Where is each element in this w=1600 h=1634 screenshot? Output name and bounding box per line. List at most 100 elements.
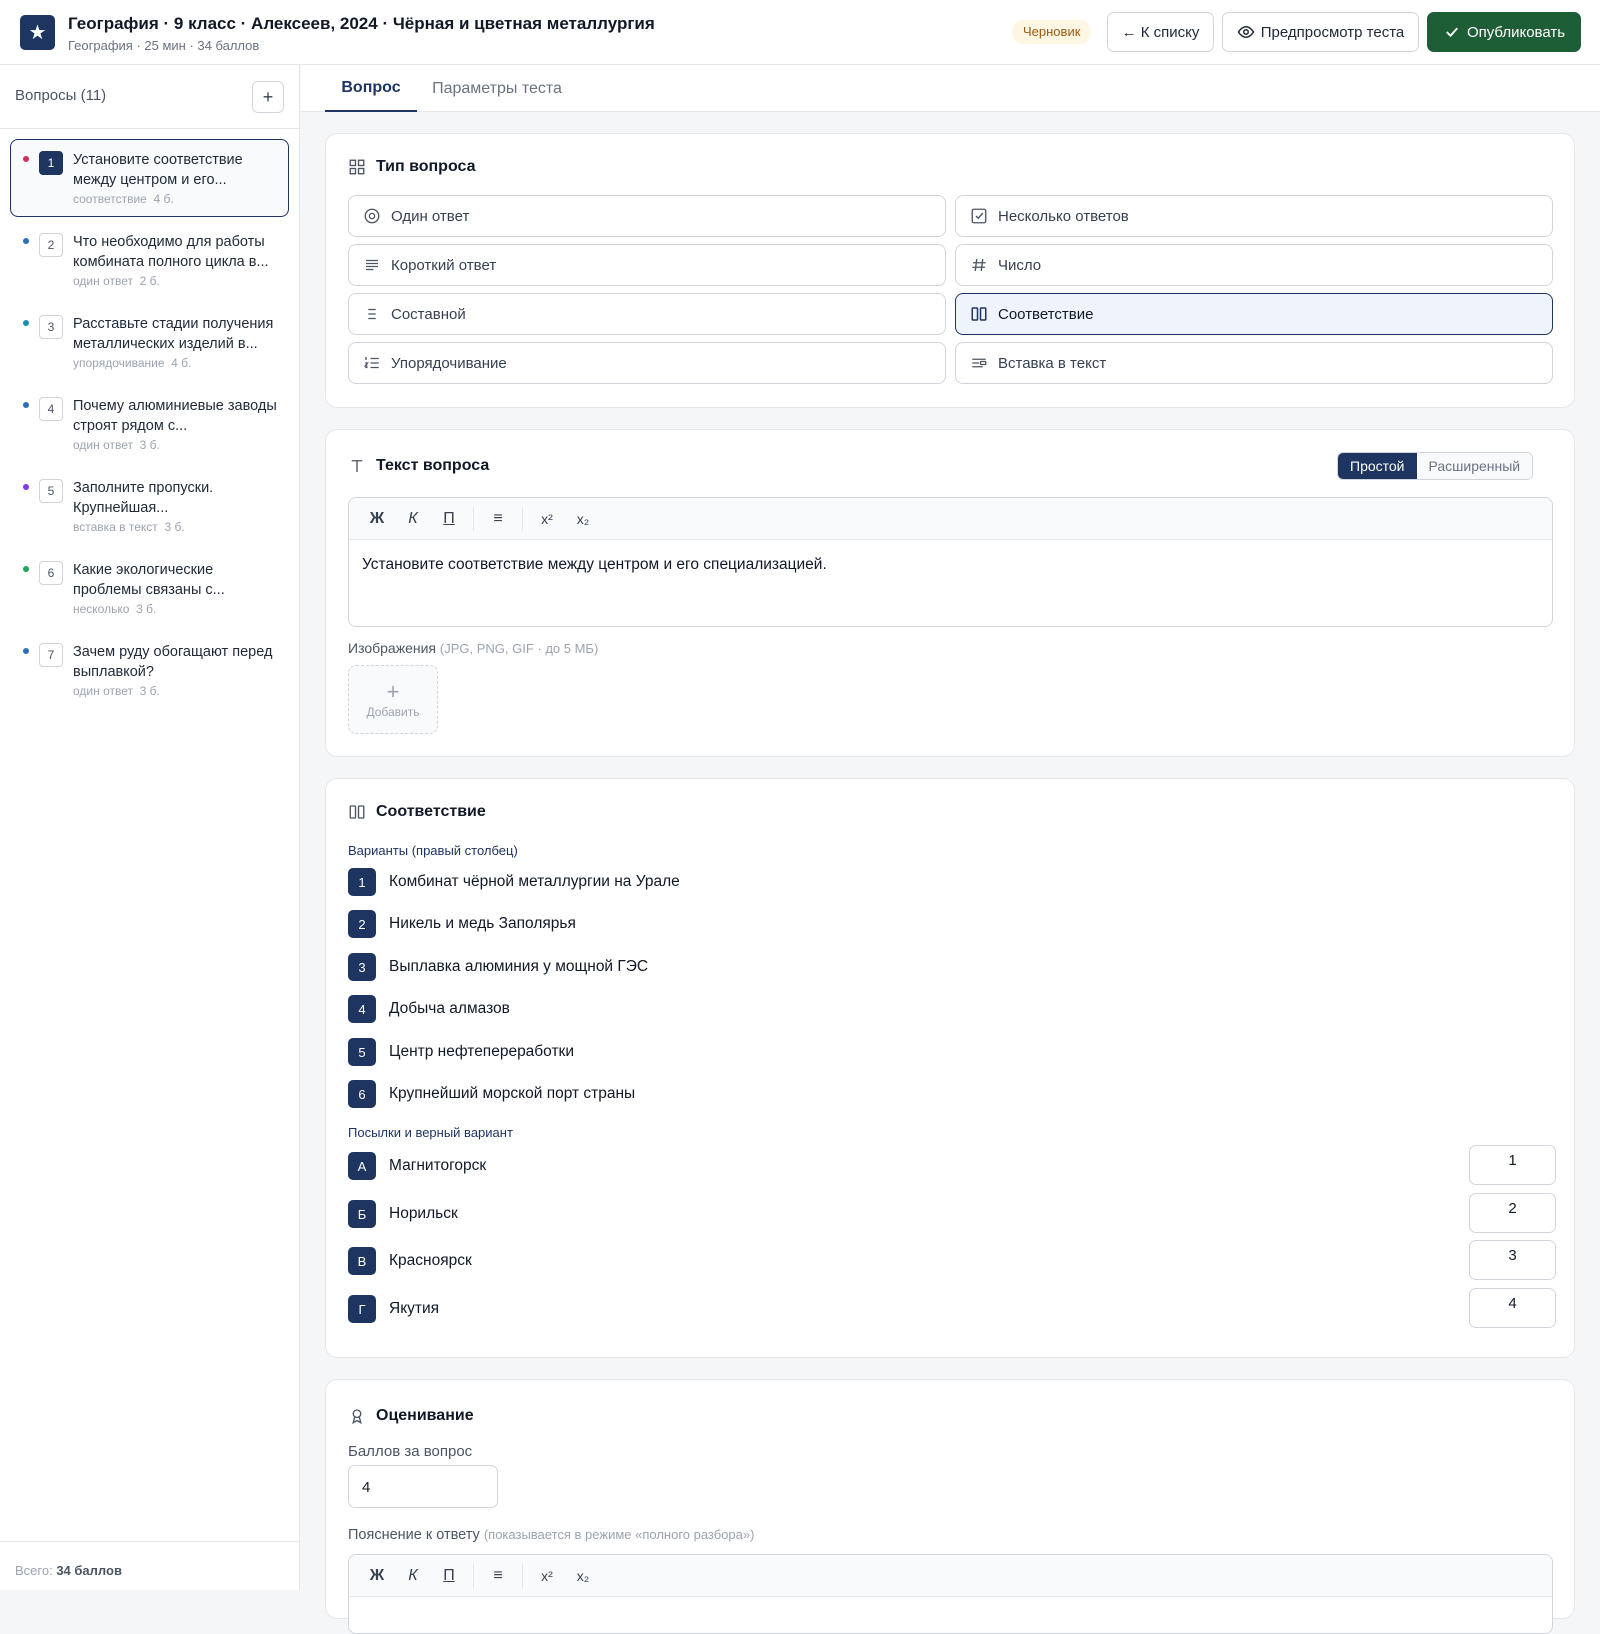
type-option-matching[interactable]: Соответствие <box>955 293 1553 335</box>
matching-premise: В Красноярск <box>348 1247 472 1275</box>
question-color-dot <box>23 484 29 490</box>
sidebar-question-2[interactable]: 2 Что необходимо для работы комбината по… <box>10 221 289 299</box>
underline-button[interactable]: П <box>431 1561 467 1591</box>
superscript-button[interactable]: x² <box>529 504 565 534</box>
type-option-number[interactable]: Число <box>955 244 1553 286</box>
add-image-button[interactable]: + Добавить <box>348 665 438 734</box>
premise-text[interactable]: Магнитогорск <box>389 1157 486 1175</box>
option-text[interactable]: Центр нефтепереработки <box>389 1043 574 1061</box>
type-option-short[interactable]: Короткий ответ <box>348 244 946 286</box>
matching-premise: А Магнитогорск <box>348 1152 486 1180</box>
sidebar-question-7[interactable]: 7 Зачем руду обогащают перед выплавкой? … <box>10 631 289 709</box>
question-meta: несколько 3 б. <box>73 602 156 616</box>
underline-button[interactable]: П <box>431 504 467 534</box>
question-text-content[interactable]: Установите соответствие между центром и … <box>349 540 1552 590</box>
premise-letter: А <box>348 1152 376 1180</box>
premises-label: Посылки и верный вариант <box>348 1125 513 1140</box>
premise-letter: В <box>348 1247 376 1275</box>
award-icon <box>352 1409 362 1425</box>
sidebar-question-6[interactable]: 6 Какие экологические проблемы связаны с… <box>10 549 289 627</box>
type-option-multiple[interactable]: Несколько ответов <box>955 195 1553 237</box>
question-type: несколько <box>73 602 130 616</box>
toolbar-divider <box>522 506 523 531</box>
premise-text[interactable]: Якутия <box>389 1300 439 1318</box>
add-question-button[interactable]: + <box>252 81 284 113</box>
question-type: соответствие <box>73 192 147 206</box>
mode-advanced-button[interactable]: Расширенный <box>1416 453 1533 479</box>
matching-title: Соответствие <box>376 803 486 820</box>
list-button[interactable]: ≡ <box>480 1561 516 1591</box>
points-input[interactable]: 4 <box>348 1465 498 1508</box>
radio-icon <box>364 208 380 224</box>
total-value: 34 баллов <box>56 1563 122 1578</box>
tab-test-params[interactable]: Параметры теста <box>427 65 567 112</box>
bold-button[interactable]: Ж <box>359 1561 395 1591</box>
option-text[interactable]: Крупнейший морской порт страны <box>389 1085 635 1103</box>
question-preview: Что необходимо для работы комбината полн… <box>73 234 269 270</box>
subscript-button[interactable]: x₂ <box>565 504 601 534</box>
questions-sidebar: Вопросы (11) + 1 Установите соответствие… <box>0 65 300 1590</box>
images-label-text: Изображения <box>348 640 436 656</box>
question-meta: соответствие 4 б. <box>73 192 174 206</box>
type-option-insert-text[interactable]: Вставка в текст <box>955 342 1553 384</box>
sidebar-question-3[interactable]: 3 Расставьте стадии получения металличес… <box>10 303 289 381</box>
publish-button[interactable]: Опубликовать <box>1427 12 1581 52</box>
option-number: 3 <box>348 953 376 981</box>
superscript-button[interactable]: x² <box>529 1561 565 1591</box>
mode-simple-button[interactable]: Простой <box>1338 453 1417 479</box>
matching-option: 5 Центр нефтепереработки <box>348 1038 574 1066</box>
option-number: 1 <box>348 868 376 896</box>
type-option-composite[interactable]: Составной <box>348 293 946 335</box>
preview-button[interactable]: Предпросмотр теста <box>1222 12 1419 52</box>
question-meta: упорядочивание 4 б. <box>73 356 191 370</box>
toolbar-divider <box>473 1563 474 1588</box>
grading-card: Оценивание Баллов за вопрос 4 Пояснение … <box>325 1379 1575 1634</box>
question-points: 4 б. <box>171 356 192 370</box>
premise-text[interactable]: Красноярск <box>389 1252 472 1270</box>
option-text[interactable]: Добыча алмазов <box>389 1000 510 1018</box>
editor-tabs: Вопрос Параметры теста <box>301 65 1600 112</box>
question-number: 6 <box>39 561 63 585</box>
matching-option: 6 Крупнейший морской порт страны <box>348 1080 635 1108</box>
type-option-ordering[interactable]: Упорядочивание <box>348 342 946 384</box>
premise-answer-input[interactable]: 1 <box>1469 1145 1556 1185</box>
option-text[interactable]: Никель и медь Заполярья <box>389 915 576 933</box>
italic-button[interactable]: К <box>395 1561 431 1591</box>
back-to-list-label: ← К списку <box>1121 23 1200 41</box>
subscript-button[interactable]: x₂ <box>565 1561 601 1591</box>
question-points: 3 б. <box>136 602 157 616</box>
question-points: 3 б. <box>139 438 160 452</box>
premise-answer-input[interactable]: 2 <box>1469 1193 1556 1233</box>
premise-text[interactable]: Норильск <box>389 1205 458 1223</box>
option-text[interactable]: Комбинат чёрной металлургии на Урале <box>389 873 680 891</box>
hash-icon <box>972 258 986 272</box>
add-image-label: Добавить <box>366 704 420 719</box>
type-option-label: Упорядочивание <box>391 354 507 372</box>
page-subtitle: География · 25 мин · 34 баллов <box>68 38 260 53</box>
sidebar-question-5[interactable]: 5 Заполните пропуски. Крупнейшая... вста… <box>10 467 289 545</box>
tab-question[interactable]: Вопрос <box>325 65 417 112</box>
checkbox-icon <box>971 208 987 224</box>
sidebar-question-1[interactable]: 1 Установите соответствие между центром … <box>10 139 289 217</box>
sidebar-title: Вопросы (11) <box>15 87 107 104</box>
sidebar-question-4[interactable]: 4 Почему алюминиевые заводы строят рядом… <box>10 385 289 463</box>
toolbar-divider <box>473 506 474 531</box>
status-badge: Черновик <box>1012 20 1092 44</box>
list-button[interactable]: ≡ <box>480 504 516 534</box>
option-number: 4 <box>348 995 376 1023</box>
question-type-card: Тип вопроса Один ответ Несколько ответов… <box>325 133 1575 408</box>
bold-button[interactable]: Ж <box>359 504 395 534</box>
type-option-single[interactable]: Один ответ <box>348 195 946 237</box>
plus-icon: + <box>386 678 400 704</box>
question-type: вставка в текст <box>73 520 158 534</box>
option-number: 2 <box>348 910 376 938</box>
option-text[interactable]: Выплавка алюминия у мощной ГЭС <box>389 958 648 976</box>
premise-answer-input[interactable]: 3 <box>1469 1240 1556 1280</box>
question-preview: Какие экологические проблемы связаны с..… <box>73 562 225 598</box>
question-type-heading: Тип вопроса <box>348 158 476 176</box>
premise-answer-input[interactable]: 4 <box>1469 1288 1556 1328</box>
italic-button[interactable]: К <box>395 504 431 534</box>
ordered-list-icon <box>363 357 379 369</box>
back-to-list-button[interactable]: ← К списку <box>1107 12 1214 52</box>
matching-premise: Г Якутия <box>348 1295 439 1323</box>
